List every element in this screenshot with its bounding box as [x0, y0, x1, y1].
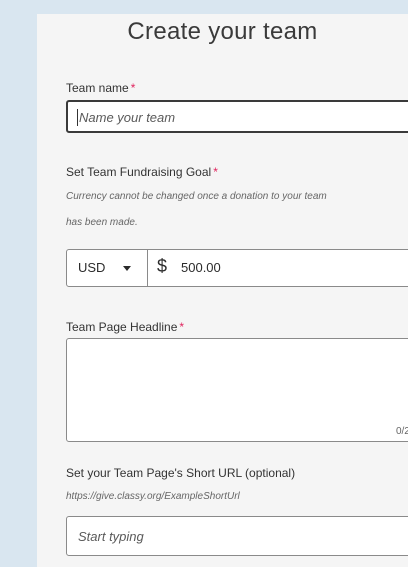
- goal-amount-input[interactable]: 500.00: [181, 260, 221, 275]
- headline-label-text: Team Page Headline: [66, 320, 178, 334]
- currency-value: USD: [78, 260, 106, 275]
- short-url-input[interactable]: Start typing: [66, 516, 408, 556]
- currency-select[interactable]: USD: [67, 250, 148, 286]
- required-mark: *: [213, 165, 218, 179]
- team-name-input[interactable]: Name your team: [66, 100, 408, 133]
- team-name-label: Team name *: [66, 81, 135, 95]
- goal-input-group: USD $ 500.00: [66, 249, 408, 287]
- goal-helper-line2: has been made.: [66, 217, 138, 228]
- goal-helper-line1: Currency cannot be changed once a donati…: [66, 191, 327, 202]
- short-url-helper: https://give.classy.org/ExampleShortUrl: [66, 491, 240, 502]
- text-cursor: [77, 109, 78, 126]
- team-name-placeholder: Name your team: [79, 110, 176, 125]
- required-mark: *: [130, 81, 136, 95]
- create-team-panel: Create your team Team name * Name your te…: [37, 14, 408, 567]
- required-mark: *: [179, 320, 185, 334]
- team-name-label-text: Team name: [66, 81, 129, 95]
- headline-textarea[interactable]: 0/255: [66, 338, 408, 442]
- headline-label: Team Page Headline *: [66, 320, 184, 334]
- goal-label: Set Team Fundraising Goal *: [66, 165, 218, 179]
- goal-label-text: Set Team Fundraising Goal: [66, 165, 212, 179]
- character-counter: 0/255: [395, 426, 408, 437]
- dollar-sign-icon: $: [157, 256, 168, 276]
- chevron-down-icon: [123, 266, 131, 271]
- page-title: Create your team: [127, 18, 318, 45]
- short-url-placeholder: Start typing: [78, 529, 144, 544]
- short-url-label: Set your Team Page's Short URL (optional…: [66, 466, 296, 480]
